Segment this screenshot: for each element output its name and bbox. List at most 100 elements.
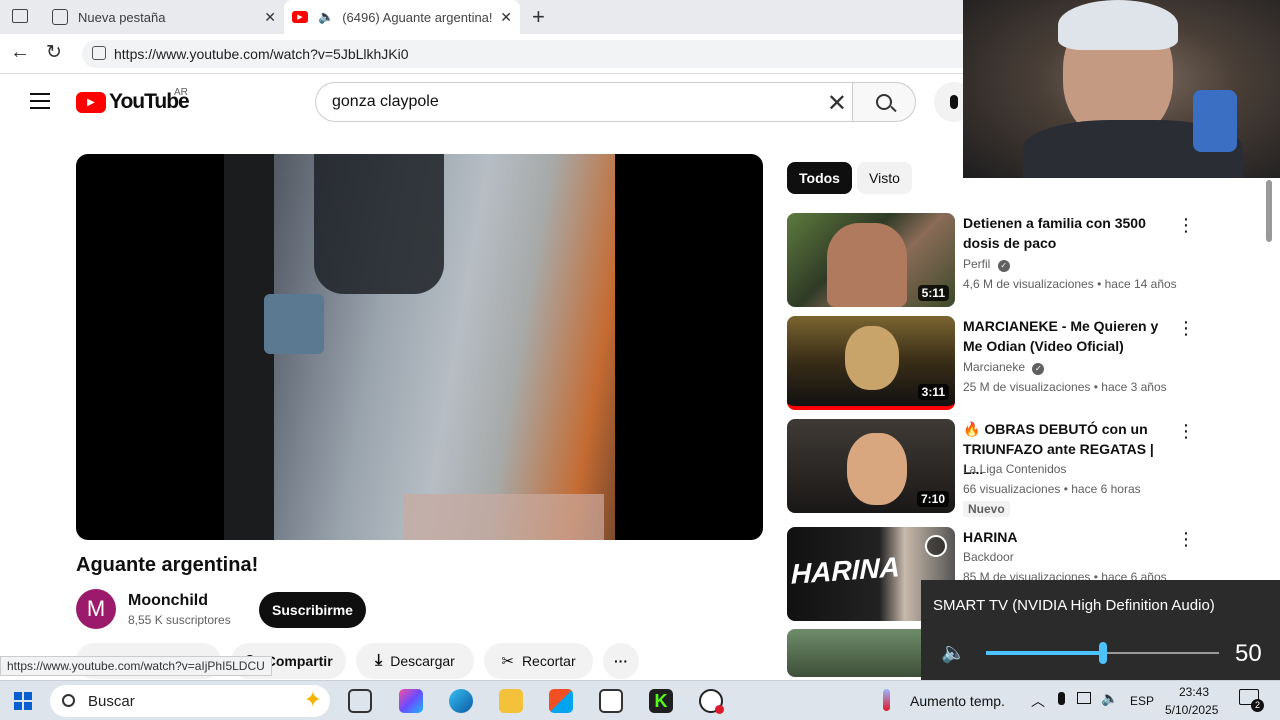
volume-flyout: SMART TV (NVIDIA High Definition Audio) …: [921, 580, 1280, 680]
copilot-icon[interactable]: [399, 689, 423, 713]
site-info-icon[interactable]: [92, 46, 106, 60]
duration-badge: 5:11: [917, 285, 949, 301]
start-button[interactable]: [14, 692, 32, 710]
watch-later-icon[interactable]: [925, 535, 947, 557]
volume-slider-fill: [986, 651, 1103, 655]
channel-name[interactable]: Backdoor: [963, 550, 1014, 564]
clear-search-icon[interactable]: ✕: [827, 89, 847, 118]
taskbar-search-input[interactable]: Buscar ✦: [50, 685, 330, 717]
new-tab-button[interactable]: +: [532, 4, 545, 30]
search-input[interactable]: gonza claypole ✕: [315, 82, 853, 122]
tray-overflow-icon[interactable]: ︿: [1031, 691, 1045, 711]
close-tab-icon[interactable]: ✕: [264, 9, 276, 26]
clock-date[interactable]: 5/10/2025: [1165, 703, 1218, 717]
video-title[interactable]: Detienen a familia con 3500 dosis de pac…: [963, 213, 1168, 253]
video-thumbnail[interactable]: 7:10: [787, 419, 955, 513]
thermometer-icon: [883, 689, 890, 711]
task-view-icon[interactable]: [348, 689, 372, 713]
recommendation-item[interactable]: 3:11 MARCIANEKE - Me Quieren y Me Odian …: [787, 316, 1207, 412]
recommendation-item[interactable]: HARINA HARINA Backdoor 85 M de visualiza…: [787, 527, 1207, 621]
scissors-icon: ✂: [501, 653, 514, 670]
download-label: Descargar: [390, 653, 455, 669]
subscribe-label: Suscribirme: [272, 602, 353, 618]
video-meta: 25 M de visualizaciones • hace 3 años: [963, 380, 1167, 394]
video-title[interactable]: MARCIANEKE - Me Quieren y Me Odian (Vide…: [963, 316, 1168, 356]
url-text: https://www.youtube.com/watch?v=5JbLlkhJ…: [114, 46, 409, 62]
language-indicator[interactable]: ESP: [1130, 694, 1154, 708]
duration-badge: 3:11: [917, 384, 949, 400]
recording-app-icon[interactable]: [699, 689, 724, 714]
page-scrollbar[interactable]: [1266, 180, 1272, 242]
chip-all[interactable]: Todos: [787, 162, 852, 194]
speaker-icon[interactable]: 🔈: [318, 9, 334, 25]
channel-label: Marcianeke: [963, 360, 1026, 374]
network-icon[interactable]: [1077, 692, 1091, 704]
more-options-icon[interactable]: ⋮: [1177, 215, 1195, 236]
channel-label: Perfil: [963, 257, 991, 271]
video-meta: 4,6 M de visualizaciones • hace 14 años: [963, 277, 1177, 291]
file-explorer-icon[interactable]: [499, 689, 523, 713]
region-code: AR: [174, 87, 188, 98]
kick-icon[interactable]: K: [649, 689, 673, 713]
search-button[interactable]: [852, 82, 916, 122]
volume-slider-thumb[interactable]: [1098, 642, 1107, 664]
chip-watched[interactable]: Visto: [857, 162, 912, 194]
reload-icon[interactable]: ↻: [46, 41, 62, 64]
new-tab-icon: [52, 9, 68, 25]
volume-level: 50: [1235, 640, 1262, 667]
duration-badge: 7:10: [916, 491, 949, 507]
menu-icon[interactable]: [30, 93, 50, 109]
clip-label: Recortar: [521, 653, 576, 669]
mail-icon[interactable]: [599, 689, 623, 713]
tab-youtube-video[interactable]: ▶ 🔈 (6496) Aguante argentina! - ✕: [284, 0, 520, 34]
subscribe-button[interactable]: Suscribirme: [259, 592, 366, 628]
back-icon[interactable]: ←: [10, 41, 30, 64]
edge-icon[interactable]: [449, 689, 473, 713]
video-player[interactable]: [76, 154, 763, 540]
taskbar: Buscar ✦ K Aumento temp. ︿ 🔈 ESP 23:43 5…: [0, 680, 1280, 720]
recommendation-item[interactable]: 5:11 Detienen a familia con 3500 dosis d…: [787, 213, 1207, 309]
audio-device-name: SMART TV (NVIDIA High Definition Audio): [933, 597, 1215, 614]
more-options-icon[interactable]: ⋮: [1177, 529, 1195, 550]
weather-label[interactable]: Aumento temp.: [910, 693, 1005, 709]
channel-name[interactable]: Moonchild: [128, 592, 208, 610]
avatar-initial: M: [86, 596, 106, 621]
more-icon: ···: [614, 653, 628, 669]
webcam-overlay: [963, 0, 1280, 178]
more-options-icon[interactable]: ⋮: [1177, 421, 1195, 442]
clock-time[interactable]: 23:43: [1179, 685, 1209, 699]
copilot-sparkle-icon[interactable]: ✦: [304, 687, 322, 713]
video-thumbnail[interactable]: 3:11: [787, 316, 955, 410]
address-bar[interactable]: https://www.youtube.com/watch?v=5JbLlkhJ…: [82, 40, 982, 68]
notification-count: 2: [1251, 699, 1264, 712]
tab-actions-icon[interactable]: [12, 9, 28, 23]
search-icon: [62, 694, 75, 707]
volume-tray-icon[interactable]: 🔈: [1101, 690, 1118, 707]
chip-label: Visto: [869, 170, 900, 186]
close-tab-icon[interactable]: ✕: [500, 9, 512, 26]
more-options-icon[interactable]: ⋮: [1177, 318, 1195, 339]
channel-name[interactable]: Perfil ✓: [963, 257, 1010, 272]
tab-new-tab[interactable]: Nueva pestaña ✕: [44, 0, 284, 34]
download-button[interactable]: ⤓ Descargar: [356, 643, 474, 679]
youtube-favicon-icon: ▶: [292, 11, 308, 23]
video-title: Aguante argentina!: [76, 554, 259, 576]
verified-icon: ✓: [1032, 363, 1045, 375]
microphone-icon[interactable]: [1058, 692, 1065, 705]
more-actions-button[interactable]: ···: [603, 643, 639, 679]
video-title[interactable]: HARINA: [963, 527, 1168, 547]
channel-name[interactable]: Marcianeke ✓: [963, 360, 1045, 375]
clip-button[interactable]: ✂ Recortar: [484, 643, 593, 679]
store-icon[interactable]: [549, 689, 573, 713]
video-thumbnail[interactable]: 5:11: [787, 213, 955, 307]
phone-icon: [1193, 90, 1237, 152]
new-badge: Nuevo: [963, 501, 1010, 517]
speaker-volume-icon[interactable]: 🔈: [941, 640, 966, 665]
youtube-play-icon: ▶: [76, 91, 106, 113]
chip-label: Todos: [799, 170, 840, 186]
video-meta: 66 visualizaciones • hace 6 horas: [963, 482, 1141, 496]
channel-name[interactable]: La Liga Contenidos: [963, 462, 1066, 476]
youtube-logo[interactable]: ▶ YouTube: [76, 90, 190, 114]
recommendation-item[interactable]: 7:10 🔥 OBRAS DEBUTÓ con un TRIUNFAZO ant…: [787, 419, 1207, 519]
channel-avatar[interactable]: M: [76, 589, 116, 629]
